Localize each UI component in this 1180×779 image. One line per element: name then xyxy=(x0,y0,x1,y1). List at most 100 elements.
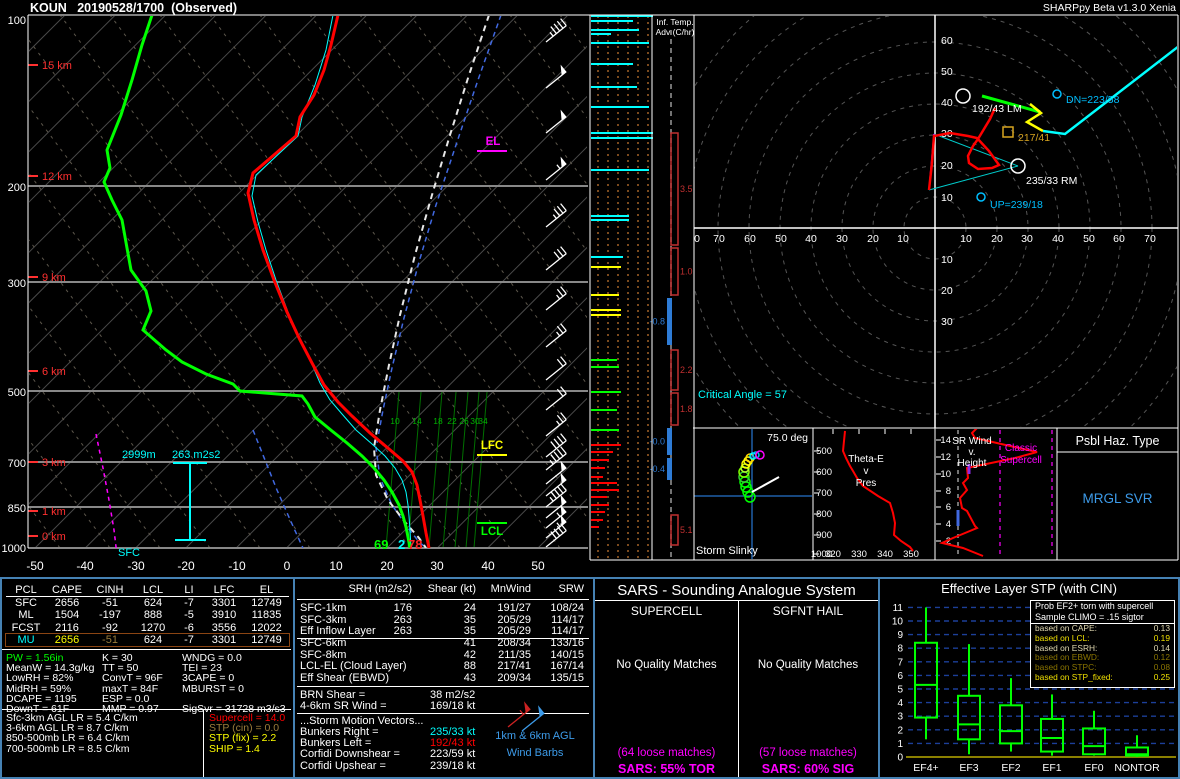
separator xyxy=(2,649,291,650)
svg-text:-40: -40 xyxy=(76,559,94,573)
thetae-title-3: Pres xyxy=(855,478,877,489)
separator xyxy=(297,638,589,639)
svg-text:11: 11 xyxy=(893,603,904,614)
svg-text:26: 26 xyxy=(459,416,469,426)
svg-text:1: 1 xyxy=(897,739,903,750)
svg-text:9 km: 9 km xyxy=(42,272,66,284)
svg-text:300: 300 xyxy=(8,278,26,290)
boxplot-EF0 xyxy=(1082,710,1106,756)
storm-motion-rows: Bunkers Right = 235/33 kt Bunkers Left = 1… xyxy=(300,726,475,772)
surface-dewpoint: 69 xyxy=(374,537,389,552)
storm-motion-marker xyxy=(976,192,986,202)
svg-text:DN=223/58: DN=223/58 xyxy=(1066,94,1120,106)
svg-text:500: 500 xyxy=(8,387,26,399)
svg-text:10: 10 xyxy=(941,192,953,204)
sr46-label: 4-6km SR Wind = xyxy=(300,700,387,712)
boxplot-EF3 xyxy=(957,644,981,755)
indices-col-2: K = 30 TT = 50 ConvT = 96F maxT = 84F ESP = … xyxy=(102,653,163,715)
effective-inflow-depth: 2999m xyxy=(122,449,156,461)
index-value: MBURST = 0 xyxy=(182,682,244,695)
lfc-label: LFC xyxy=(480,440,504,452)
svg-text:3 km: 3 km xyxy=(42,457,66,469)
svg-text:UP=239/18: UP=239/18 xyxy=(990,199,1043,211)
storm-motion-marker xyxy=(1002,126,1014,138)
table-row-sfc[interactable]: SFC 2656 -51 624 -7 3301 12749 xyxy=(6,597,289,609)
hazard-type-value: MRGL SVR xyxy=(1082,491,1153,506)
svg-text:30: 30 xyxy=(1021,233,1033,245)
svg-text:EF0: EF0 xyxy=(1084,762,1103,774)
lcl-label: LCL xyxy=(480,526,504,538)
divider-2 xyxy=(593,579,595,777)
svg-text:20: 20 xyxy=(941,285,953,297)
svg-text:1 km: 1 km xyxy=(42,506,66,518)
svg-text:10: 10 xyxy=(960,233,972,245)
svg-text:EF3: EF3 xyxy=(959,762,978,774)
svg-text:850: 850 xyxy=(8,503,26,515)
srh-table[interactable]: SFC-1km 176 24 191/27 108/24 SFC-3km 263 35 205… xyxy=(300,602,584,685)
svg-text:0 km: 0 km xyxy=(42,531,66,543)
svg-text:40: 40 xyxy=(941,97,953,109)
svg-text:20: 20 xyxy=(867,233,879,245)
svg-text:5: 5 xyxy=(897,685,903,696)
svg-text:3.5: 3.5 xyxy=(680,184,693,194)
indices-col-1: PW = 1.56in MeanW = 14.3g/kg LowRH = 82% Mi… xyxy=(6,653,94,715)
sars-tor-probability: SARS: 55% TOR xyxy=(617,762,715,776)
barb-caption-2: Wind Barbs xyxy=(506,747,564,759)
svg-text:4: 4 xyxy=(897,698,903,709)
svg-text:EF4+: EF4+ xyxy=(913,762,938,774)
storm-motion-marker xyxy=(955,88,971,104)
svg-text:22: 22 xyxy=(447,416,457,426)
sars-hail-loose: (57 loose matches) xyxy=(759,747,857,759)
parcel-table-header: PCL CAPE CINH LCL LI LFC EL xyxy=(6,584,289,598)
parcel-table[interactable]: PCL CAPE CINH LCL LI LFC EL SFC 2656 -51 624 -7 330… xyxy=(5,584,290,647)
svg-text:34: 34 xyxy=(478,416,488,426)
svg-text:NONTOR: NONTOR xyxy=(1114,762,1160,774)
hazard-type-title: Psbl Haz. Type xyxy=(1075,434,1160,448)
separator xyxy=(2,709,291,710)
composite-index-value: SHIP = 1.4 xyxy=(209,742,260,755)
svg-text:700: 700 xyxy=(8,458,26,470)
hodograph-rings xyxy=(694,16,1177,427)
svg-text:50: 50 xyxy=(775,233,787,245)
prob-rows: based on CAPE: 0.13 based on LCL: 0.19 bas… xyxy=(1031,623,1174,683)
svg-text:192/43 LM: 192/43 LM xyxy=(972,103,1022,115)
svg-text:340: 340 xyxy=(877,549,893,560)
svg-text:9: 9 xyxy=(897,630,903,641)
lapse-rates: Sfc-3km AGL LR = 5.4 C/km 3-6km AGL LR = … xyxy=(6,713,138,754)
svg-text:6: 6 xyxy=(946,502,951,513)
svg-text:1.0: 1.0 xyxy=(680,267,693,277)
svg-text:10: 10 xyxy=(390,416,400,426)
svg-text:7: 7 xyxy=(897,657,903,668)
table-row-fcst[interactable]: FCST 2116 -92 1270 -6 3556 12022 xyxy=(6,622,289,634)
col-li: LI xyxy=(184,584,194,596)
svg-text:1.8: 1.8 xyxy=(680,404,693,414)
sars-supercell-header[interactable]: SUPERCELL xyxy=(597,604,736,618)
sars-hail-header[interactable]: SGFNT HAIL xyxy=(740,604,876,618)
col-lcl: LCL xyxy=(142,584,164,596)
classic-supercell-label-2: Supercell xyxy=(1000,455,1042,466)
col-lfc: LFC xyxy=(213,584,235,596)
col-cape: CAPE xyxy=(52,584,82,596)
srh-table-row: SFC-6km 41 208/34 133/16 xyxy=(300,637,584,650)
sars-hail-matches: No Quality Matches xyxy=(757,659,859,671)
surface-wetbulb: 2 xyxy=(398,537,406,552)
svg-text:70: 70 xyxy=(1144,233,1156,245)
sharppy-window: 100 200 300 500 700 850 1000 15 km 12 km 9 km 6 km… xyxy=(0,0,1180,779)
svg-text:2.2: 2.2 xyxy=(680,365,693,375)
storm-motion-marker xyxy=(1052,89,1062,99)
svg-text:60: 60 xyxy=(1113,233,1125,245)
sounding-canvas[interactable]: 100200300500700850100015 km12 km9 km6 km… xyxy=(0,0,1180,577)
svg-text:40: 40 xyxy=(481,559,495,573)
table-row-mu-selected[interactable]: MU 2656 -51 624 -7 3301 12749 xyxy=(5,632,290,647)
svg-text:0: 0 xyxy=(897,753,903,764)
svg-text:8: 8 xyxy=(897,644,903,655)
table-row-ml[interactable]: ML 1504 -197 888 -5 3910 11835 xyxy=(6,609,289,621)
svg-text:5.1: 5.1 xyxy=(680,525,693,535)
sars-supercell-loose: (64 loose matches) xyxy=(617,747,716,759)
col-cinh: CINH xyxy=(96,584,124,596)
svg-text:40: 40 xyxy=(805,233,817,245)
svg-text:20: 20 xyxy=(991,233,1003,245)
sr46-value: 169/18 kt xyxy=(430,700,476,712)
storm-slinky-trace xyxy=(738,450,780,503)
separator xyxy=(595,600,878,601)
